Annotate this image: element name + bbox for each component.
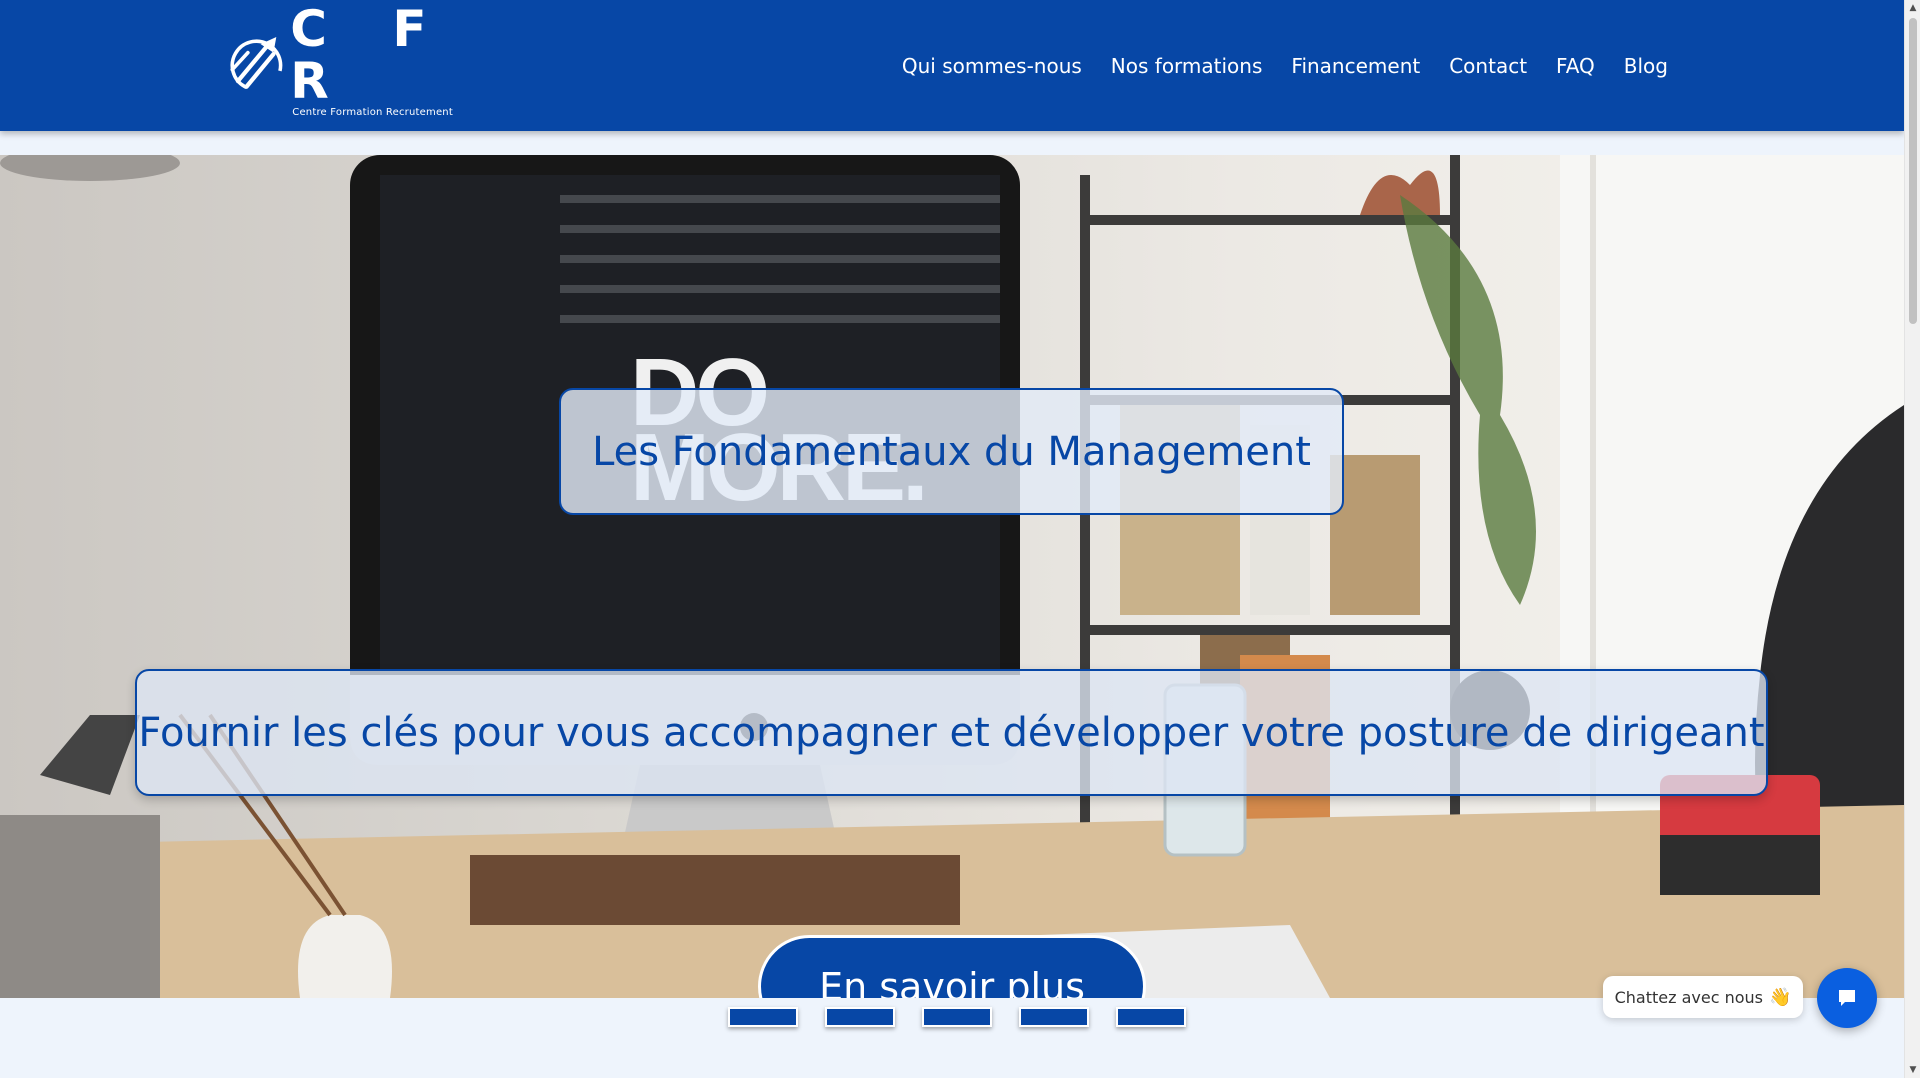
hero-slider: DO MORE. Les Fon	[0, 155, 1904, 998]
chat-bubble-icon	[1839, 990, 1855, 1006]
nav-qui-sommes-nous[interactable]: Qui sommes-nous	[902, 50, 1082, 82]
hero-title-box: Les Fondamentaux du Management	[559, 388, 1344, 515]
nav-nos-formations[interactable]: Nos formations	[1111, 50, 1263, 82]
slide-indicator-3[interactable]	[922, 1007, 992, 1027]
chat-open-button[interactable]	[1817, 968, 1877, 1028]
main-nav: Qui sommes-nous Nos formations Financeme…	[873, 50, 1668, 82]
nav-faq[interactable]: FAQ	[1556, 50, 1595, 82]
nav-blog[interactable]: Blog	[1624, 50, 1668, 82]
nav-financement[interactable]: Financement	[1291, 50, 1420, 82]
scrollbar-thumb[interactable]	[1909, 18, 1917, 324]
slide-indicator-5[interactable]	[1116, 1007, 1186, 1027]
page: C F R Centre Formation Recrutement Qui s…	[0, 0, 1920, 1078]
hero-subtitle-box: Fournir les clés pour vous accompagner e…	[135, 669, 1768, 796]
logo-wordmark: C F R Centre Formation Recrutement	[290, 3, 478, 119]
chat-invite-label[interactable]: Chattez avec nous 👋	[1603, 976, 1803, 1018]
chat-invite-text: Chattez avec nous	[1614, 987, 1763, 1007]
nav-contact[interactable]: Contact	[1449, 50, 1527, 82]
logo-letters: C F R	[290, 0, 451, 110]
hero-background-image: DO MORE.	[0, 155, 1904, 998]
scroll-down-arrow-icon[interactable]: ▼	[1905, 1062, 1920, 1078]
hero-subtitle: Fournir les clés pour vous accompagner e…	[138, 709, 1765, 756]
slide-indicator-4[interactable]	[1019, 1007, 1089, 1027]
slide-indicator-1[interactable]	[728, 1007, 798, 1027]
logo-arrows-icon	[230, 36, 283, 92]
site-header: C F R Centre Formation Recrutement Qui s…	[0, 0, 1904, 131]
logo[interactable]: C F R Centre Formation Recrutement	[228, 3, 478, 118]
slide-indicators	[728, 1007, 1186, 1027]
waving-hand-icon: 👋	[1768, 986, 1792, 1008]
scroll-up-arrow-icon[interactable]: ▲	[1905, 0, 1920, 16]
slide-indicator-2[interactable]	[825, 1007, 895, 1027]
logo-tagline: Centre Formation Recrutement	[292, 107, 453, 118]
hero-title: Les Fondamentaux du Management	[592, 428, 1311, 475]
en-savoir-plus-button[interactable]: En savoir plus	[758, 935, 1146, 998]
page-scrollbar[interactable]: ▲ ▼	[1904, 0, 1920, 1078]
